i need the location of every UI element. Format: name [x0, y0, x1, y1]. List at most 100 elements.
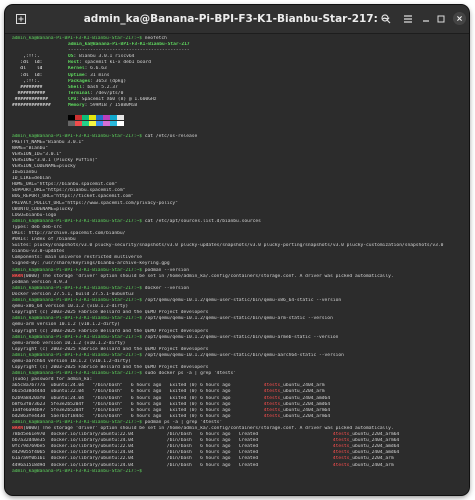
minimize-icon	[423, 20, 429, 22]
distro-logo: ,:!!:. :dl ld: dl ld :dl ld: ,:!!:. ####…	[12, 42, 68, 127]
command-text: /opt/qemu/qemu-10.1.2/qemu-user-static/b…	[142, 334, 339, 340]
row-text: b8f63f073623 5fe3e2b5204f "/bin/bash" 6 …	[12, 401, 264, 407]
color-swatch	[89, 115, 96, 121]
grep-match: 4tests	[332, 444, 350, 450]
search-button[interactable]	[377, 10, 395, 28]
info-label: Memory	[68, 103, 85, 109]
neofetch-info: admin_ka@Banana-Pi-BPI-F3-K1-Bianbu-Star…	[68, 42, 190, 127]
color-swatch	[103, 115, 110, 121]
row-text: 78bd5e61e970 docker.io/library/ubuntu:22…	[12, 432, 333, 438]
terminal-window: admin_ka@Banana-Pi-BPI-F3-K1-Bianbu-Star…	[5, 5, 469, 495]
container-name-suffix: _ubuntu_2204_arm	[280, 389, 325, 395]
color-swatch	[110, 121, 117, 127]
prompt: admin_ka@Banana-Pi-BPI-F3-K1-Bianbu-Star…	[12, 371, 142, 377]
prompt: admin_ka@Banana-Pi-BPI-F3-K1-Bianbu-Star…	[12, 316, 142, 322]
container-name-suffix: _ubuntu_2404_arm64	[349, 438, 400, 444]
command-text: podman --version	[142, 267, 190, 273]
color-swatch	[82, 115, 89, 121]
command-text	[142, 469, 145, 474]
command-text: /opt/qemu/qemu-10.1.2/qemu-user-static/b…	[142, 316, 333, 322]
grep-match: 4tests	[332, 456, 350, 462]
color-swatch	[75, 121, 82, 127]
color-swatch	[75, 115, 82, 121]
grep-match: 4tests	[263, 383, 281, 389]
info-label: Terminal	[68, 90, 91, 96]
color-swatch	[68, 115, 75, 121]
container-name-suffix: _ubuntu_2404_arm64	[280, 407, 331, 413]
terminal-output[interactable]: admin_ka@Banana-Pi-BPI-F3-K1-Bianbu-Star…	[5, 34, 469, 495]
command-text: cat /etc/os-release	[142, 133, 198, 139]
close-icon	[457, 16, 462, 21]
prompt: admin_ka@Banana-Pi-BPI-F3-K1-Bianbu-Star…	[12, 468, 142, 474]
info-value: : Bianbu 3.0.1 riscv64	[73, 54, 135, 60]
command-text: /opt/qemu/qemu-10.1.2/qemu-user-static/b…	[142, 298, 342, 304]
container-name-suffix: _ubuntu_2204_arm	[349, 456, 394, 462]
row-text: bd2863fe443d 5ae7b1f1844c "/bin/bash" 6 …	[12, 413, 264, 419]
container-name-suffix: _ubuntu_2204_arm64	[280, 413, 331, 419]
neofetch-output: ,:!!:. :dl ld: dl ld :dl ld: ,:!!:. ####…	[12, 42, 469, 127]
grep-match: 4tests	[332, 438, 350, 444]
info-label: Shell	[68, 84, 82, 90]
scrollbar[interactable]	[463, 37, 467, 483]
title-bar: admin_ka@Banana-Pi-BPI-F3-K1-Bianbu-Star…	[5, 5, 469, 34]
info-label: Kernel	[68, 66, 85, 72]
prompt: admin_ka@Banana-Pi-BPI-F3-K1-Bianbu-Star…	[12, 334, 142, 340]
row-text: 61a7a9f0b161 docker.io/library/ubuntu:22…	[12, 456, 333, 462]
info-value: : spacemit k1-x deb1 board	[79, 60, 151, 66]
container-name-suffix: _ubuntu_2404_amd64	[349, 450, 400, 456]
grep-match: 4tests	[263, 389, 281, 395]
color-swatch	[68, 121, 75, 127]
neofetch-header: admin_ka@Banana-Pi-BPI-F3-K1-Bianbu-Star…	[68, 42, 190, 48]
grep-match: 4tests	[332, 462, 350, 468]
hamburger-menu-icon	[404, 15, 412, 23]
info-label: Host	[68, 60, 80, 66]
container-name-suffix: _ubuntu_2404_arm	[280, 383, 325, 389]
info-value: : bash 5.2.37	[81, 84, 118, 90]
search-icon	[381, 14, 391, 24]
color-swatch	[89, 121, 96, 127]
prompt: admin_ka@Banana-Pi-BPI-F3-K1-Bianbu-Star…	[12, 36, 142, 41]
container-name-suffix: _ubuntu_2204_amd64	[280, 401, 331, 407]
container-name-suffix: _ubuntu_2204_amd64	[349, 444, 400, 450]
info-label: Uptime	[68, 72, 85, 78]
close-button[interactable]	[453, 12, 466, 25]
color-swatch	[110, 115, 117, 121]
prompt: admin_ka@Banana-Pi-BPI-F3-K1-Bianbu-Star…	[12, 419, 142, 425]
row-text: bb7a32d40e35 docker.io/library/ubuntu:24…	[12, 438, 333, 444]
warn-text: [0000] The storage 'driver' option shoul…	[23, 273, 394, 279]
info-value: : 3653 (dpkg)	[90, 78, 127, 84]
menu-button[interactable]	[399, 10, 417, 28]
grep-match: 4tests	[263, 413, 281, 419]
color-swatch	[96, 115, 103, 121]
info-label: Packages	[68, 78, 91, 84]
container-name-suffix: _ubuntu_2204_arm64	[349, 432, 400, 438]
maximize-icon	[437, 15, 445, 23]
info-value: : 31 mins	[84, 72, 110, 78]
color-swatch	[96, 121, 103, 127]
row-text: 1a4fe6a94b97 5fe3e2b5204f "/bin/bash" 6 …	[12, 407, 264, 413]
row-text: a65c8a7b777a ubuntu:24.04 "/bin/bash" 6 …	[12, 383, 264, 389]
container-name-suffix: _ubuntu_2404_amd64	[280, 395, 331, 401]
color-swatch	[117, 115, 124, 121]
color-swatch	[117, 121, 124, 127]
output-line: Suites: plucky/snapshots/v3.0 plucky-sec…	[12, 243, 444, 249]
prompt: admin_ka@Banana-Pi-BPI-F3-K1-Bianbu-Star…	[12, 267, 142, 273]
command-text: sudo docker ps -a | grep '4tests'	[142, 371, 237, 377]
prompt: admin_ka@Banana-Pi-BPI-F3-K1-Bianbu-Star…	[12, 298, 142, 304]
row-text: 0fc79d769be5 docker.io/library/ubuntu:22…	[12, 444, 333, 450]
color-swatches-row2	[68, 121, 190, 127]
row-text: b2b9a8420af0 ubuntu:24.04 "/bin/bash" 6 …	[12, 395, 264, 401]
maximize-button[interactable]	[432, 10, 450, 28]
grep-match: 4tests	[332, 432, 350, 438]
grep-match: 4tests	[332, 450, 350, 456]
warn-text: [0000] The storage 'driver' option shoul…	[23, 426, 394, 431]
info-value: : /dev/pts/0	[90, 90, 124, 96]
container-name-suffix: _ubuntu_2404_arm	[349, 462, 394, 468]
command-text: /opt/qemu/qemu-10.1.2/qemu-user-static/b…	[142, 352, 344, 358]
grep-match: 4tests	[263, 401, 281, 407]
info-value: : 599MiB / 15880MiB	[84, 103, 138, 109]
color-swatch	[82, 121, 89, 127]
warn-label: WARN	[12, 273, 24, 279]
info-value: : Spacemit X60 (8) @ 1.600GHz	[76, 96, 157, 102]
command-text: neofetch	[142, 36, 167, 41]
